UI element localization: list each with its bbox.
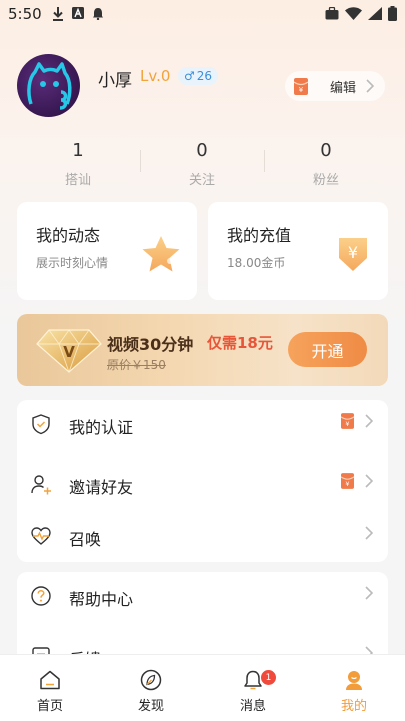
card-title: 我的充值 (227, 226, 292, 245)
question-icon (31, 586, 51, 606)
avatar[interactable] (17, 54, 80, 117)
red-envelope-icon: ¥ (341, 473, 354, 489)
tab-home[interactable]: 首页 (10, 655, 90, 721)
svg-text:¥: ¥ (348, 243, 358, 262)
unread-badge: 1 (261, 670, 276, 685)
vip-title: 视频30分钟 (107, 335, 194, 354)
download-icon (53, 7, 63, 21)
stat-fans[interactable]: 0 粉丝 (276, 140, 376, 188)
edit-label: 编辑 (330, 81, 357, 96)
svg-text:V: V (63, 343, 75, 361)
my-recharge-card[interactable]: 我的充值 18.00金币 ¥ (208, 202, 388, 300)
edit-profile-button[interactable]: ¥ 编辑 (285, 71, 385, 101)
stat-label: 关注 (188, 173, 215, 188)
stat-value: 0 (320, 140, 332, 161)
menu-group-account: 我的认证 ¥ 邀请好友 ¥ 召唤 (17, 400, 388, 562)
home-icon (40, 670, 60, 690)
tab-label: 发现 (137, 699, 164, 714)
card-subtitle: 18.00金币 (227, 256, 286, 270)
svg-text:¥: ¥ (345, 420, 349, 428)
stat-chat[interactable]: 1 搭讪 (28, 140, 128, 188)
svg-text:¥: ¥ (299, 86, 304, 94)
tab-messages[interactable]: 1 消息 (213, 655, 293, 721)
status-time: 5:50 (8, 5, 42, 23)
menu-item-certification[interactable]: 我的认证 ¥ (17, 400, 388, 450)
heartbeat-icon (31, 527, 51, 545)
gender-age-badge: ♂ 26 (178, 67, 219, 85)
profile-icon (346, 671, 362, 690)
add-user-icon (31, 475, 51, 495)
male-icon: ♂ (184, 69, 195, 83)
card-title: 我的动态 (36, 226, 101, 245)
battery-icon (388, 6, 397, 21)
menu-label: 召唤 (69, 530, 102, 549)
menu-label: 邀请好友 (69, 478, 134, 497)
menu-label: 我的认证 (69, 418, 134, 437)
stat-label: 粉丝 (312, 173, 339, 188)
shield-check-icon (32, 414, 50, 435)
vip-original-price: 原价￥150 (107, 358, 166, 372)
user-level: Lv.0 (140, 67, 171, 85)
menu-item-help-center[interactable]: 帮助中心 (17, 572, 388, 622)
stat-following[interactable]: 0 关注 (152, 140, 252, 188)
notification-bell-icon (93, 8, 103, 20)
chevron-right-icon (366, 79, 374, 93)
tab-label: 消息 (239, 699, 266, 714)
chevron-right-icon (365, 414, 373, 428)
avatar-illustration (27, 62, 72, 110)
tab-mine[interactable]: 我的 (314, 655, 394, 721)
vip-price: 仅需18元 (207, 334, 273, 352)
chevron-right-icon (365, 526, 373, 540)
stat-label: 搭讪 (64, 173, 91, 188)
signal-icon (368, 7, 382, 20)
divider (264, 150, 265, 172)
red-envelope-icon: ¥ (341, 413, 354, 429)
stat-value: 0 (196, 140, 208, 161)
stat-value: 1 (72, 140, 84, 161)
star-icon (142, 236, 180, 272)
chevron-right-icon (365, 586, 373, 600)
compass-icon (140, 669, 162, 691)
status-bar: 5:50 (0, 0, 405, 28)
bottom-tab-bar: 首页 发现 1 消息 我的 (0, 654, 405, 721)
card-subtitle: 展示时刻心情 (36, 256, 109, 270)
menu-label: 帮助中心 (69, 590, 134, 609)
yen-coin-icon: ¥ (339, 238, 367, 271)
divider (140, 150, 141, 172)
svg-text:¥: ¥ (345, 480, 349, 488)
menu-item-invite-friends[interactable]: 邀请好友 ¥ (17, 460, 388, 510)
vip-banner[interactable]: V 视频30分钟 仅需18元 原价￥150 开通 (17, 314, 388, 386)
red-envelope-icon: ¥ (294, 78, 308, 95)
tab-label: 我的 (340, 699, 367, 714)
vip-diamond-icon: V (36, 329, 102, 374)
age-label: 26 (196, 69, 213, 83)
user-name: 小厚 (98, 71, 132, 91)
font-icon (72, 7, 84, 19)
menu-item-summon[interactable]: 召唤 (17, 512, 388, 562)
chevron-right-icon (365, 474, 373, 488)
tab-label: 首页 (36, 699, 63, 714)
my-moments-card[interactable]: 我的动态 展示时刻心情 (17, 202, 197, 300)
briefcase-icon (325, 7, 339, 20)
tab-discover[interactable]: 发现 (111, 655, 191, 721)
vip-open-button[interactable]: 开通 (288, 332, 367, 367)
wifi-icon (345, 7, 362, 20)
